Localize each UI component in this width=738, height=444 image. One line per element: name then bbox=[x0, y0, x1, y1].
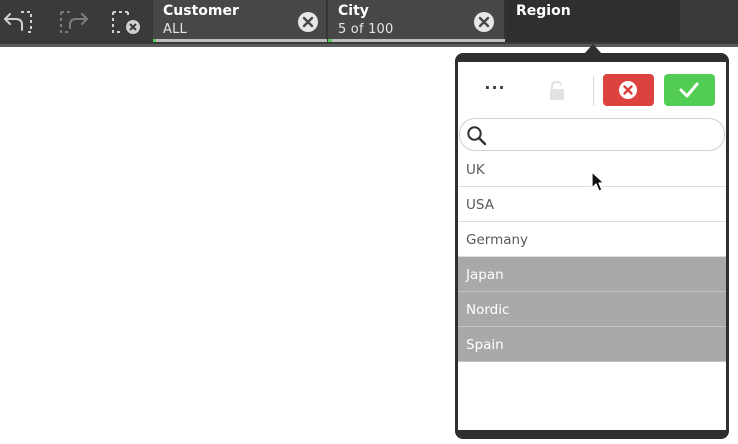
step-back-icon[interactable] bbox=[2, 8, 34, 36]
selection-chip-city[interactable]: City 5 of 100 bbox=[328, 0, 505, 42]
list-item-label: Germany bbox=[466, 232, 529, 248]
search-icon bbox=[467, 126, 487, 146]
app-root: Customer ALL City 5 of 100 Region ··· UK… bbox=[0, 0, 738, 444]
lock-icon[interactable] bbox=[548, 80, 566, 102]
close-circle-icon bbox=[619, 81, 637, 99]
list-item-label: Nordic bbox=[466, 302, 510, 318]
selection-field-name: City bbox=[338, 3, 369, 19]
more-options-button[interactable]: ··· bbox=[478, 80, 512, 102]
selection-state-bar bbox=[153, 39, 327, 42]
search-input[interactable] bbox=[492, 124, 714, 146]
list-item[interactable]: Japan bbox=[458, 257, 726, 292]
selection-field-name: Customer bbox=[163, 3, 239, 19]
cancel-selection-button[interactable] bbox=[603, 74, 654, 106]
list-item-label: UK bbox=[466, 162, 485, 178]
list-item[interactable]: Spain bbox=[458, 327, 726, 362]
clear-selection-icon[interactable] bbox=[298, 12, 318, 32]
selection-field-value: 5 of 100 bbox=[338, 22, 394, 37]
checkmark-icon bbox=[679, 82, 699, 98]
list-item-label: USA bbox=[466, 197, 494, 213]
selection-chip-region[interactable]: Region bbox=[506, 0, 680, 42]
selection-state-bar-selected bbox=[153, 39, 156, 42]
selection-state-bar-selected bbox=[328, 39, 332, 42]
list-item-label: Japan bbox=[466, 267, 504, 283]
selections-bar-border bbox=[0, 44, 738, 47]
selection-state-bar bbox=[328, 39, 505, 42]
search-field[interactable] bbox=[459, 118, 725, 151]
list-item[interactable]: Germany bbox=[458, 222, 726, 257]
confirm-selection-button[interactable] bbox=[664, 74, 715, 106]
list-item[interactable]: Nordic bbox=[458, 292, 726, 327]
step-forward-icon[interactable] bbox=[58, 8, 90, 36]
selection-field-name: Region bbox=[516, 3, 571, 19]
mouse-cursor-icon bbox=[591, 171, 605, 192]
selection-field-value: ALL bbox=[163, 22, 187, 37]
clear-selection-icon[interactable] bbox=[474, 12, 494, 32]
selection-chip-customer[interactable]: Customer ALL bbox=[153, 0, 327, 42]
toolbar-divider bbox=[593, 76, 594, 106]
clear-all-selections-icon[interactable] bbox=[110, 8, 142, 36]
list-item-label: Spain bbox=[466, 337, 504, 353]
